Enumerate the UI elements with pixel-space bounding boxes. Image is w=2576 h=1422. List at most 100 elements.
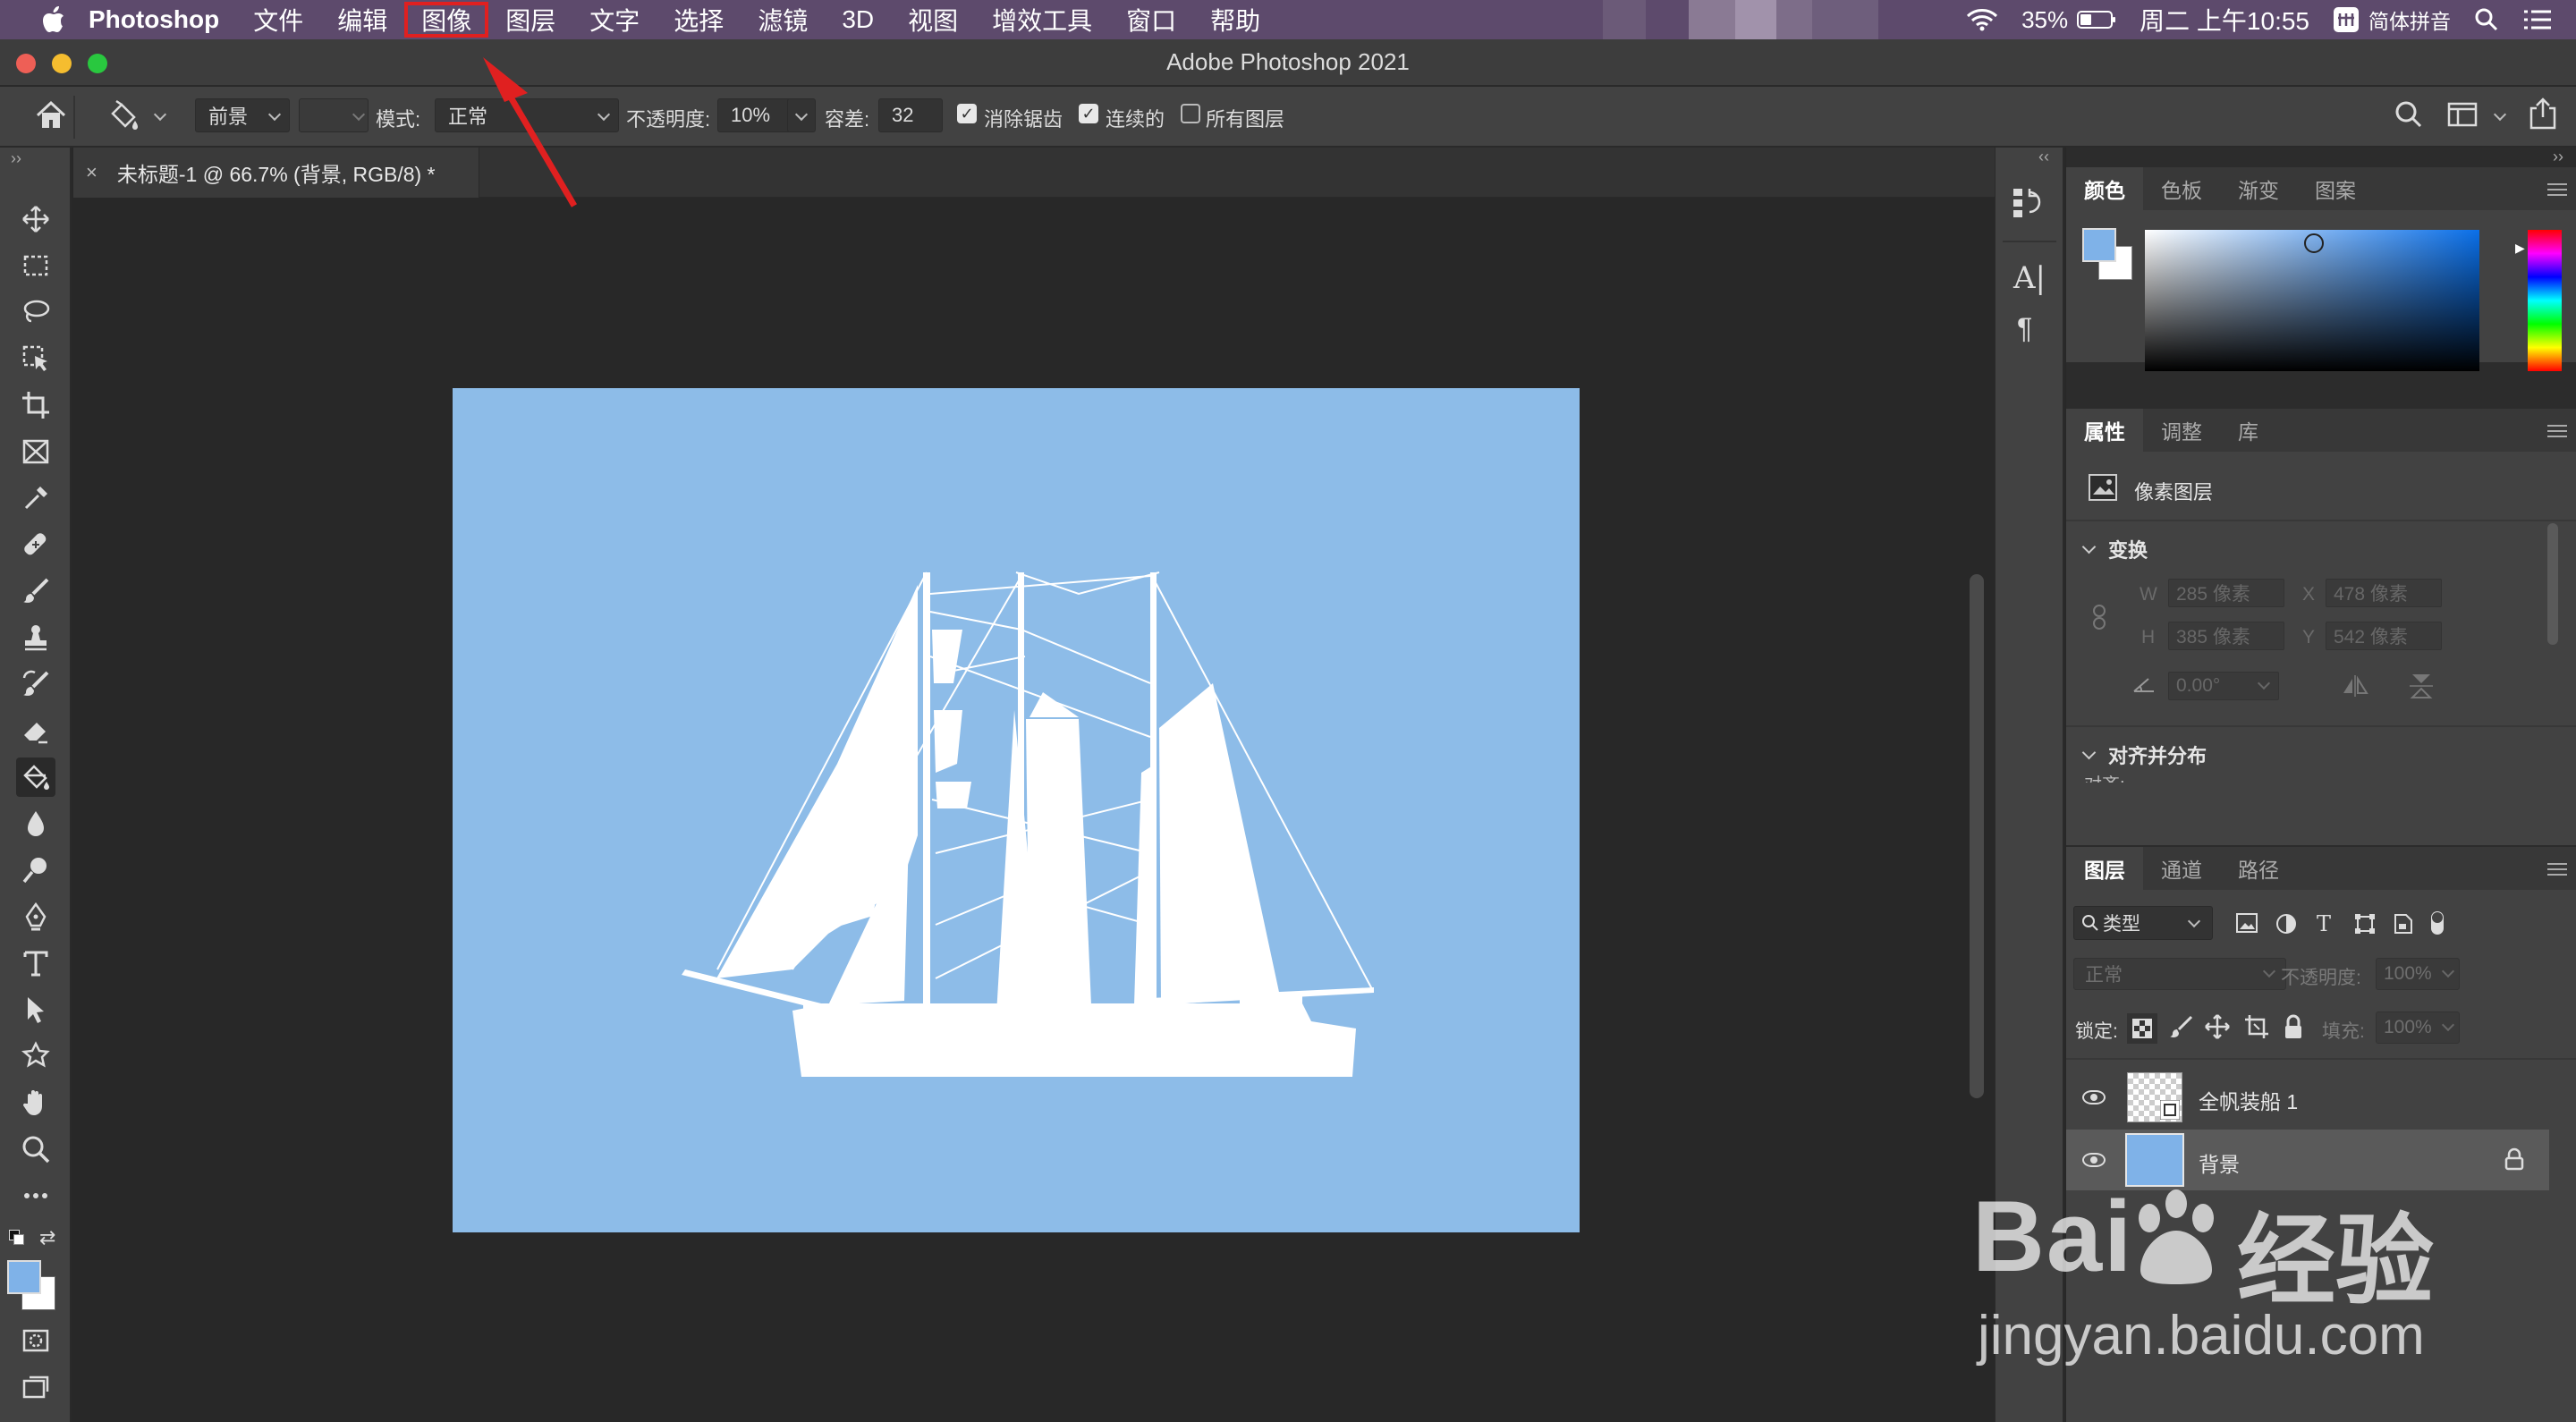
lock-artboard-icon[interactable] [2243,1013,2270,1045]
zoom-window-button[interactable] [88,54,107,73]
marquee-tool-icon[interactable] [16,246,55,285]
collapse-toolbar-icon[interactable]: ›› [11,149,21,168]
search-icon[interactable] [2394,99,2424,135]
quick-mask-icon[interactable] [16,1321,55,1360]
tab-properties[interactable]: 属性 [2066,409,2143,452]
dodge-tool-icon[interactable] [16,851,55,890]
all-layers-checkbox[interactable] [1181,104,1200,123]
tab-swatches[interactable]: 色板 [2143,167,2220,210]
menu-select[interactable]: 选择 [657,0,741,39]
tab-adjustments[interactable]: 调整 [2143,409,2220,452]
filter-shape-icon[interactable] [2354,913,2376,939]
width-field[interactable]: 285 像素 [2168,579,2284,607]
antialias-checkbox[interactable]: ✓ [957,104,977,123]
paragraph-panel-icon[interactable]: ¶ [2017,312,2032,345]
chevron-down-icon[interactable] [153,107,167,122]
lock-transparent-pixels-icon[interactable] [2127,1013,2157,1044]
pen-tool-icon[interactable] [16,897,55,936]
hue-slider-handle[interactable]: ▶ [2515,241,2525,256]
scrollbar-thumb[interactable] [1970,574,1984,1098]
healing-brush-tool-icon[interactable] [16,525,55,564]
crop-tool-icon[interactable] [16,385,55,425]
filter-toggle[interactable] [2431,911,2444,935]
filter-smart-object-icon[interactable] [2392,913,2413,939]
clone-stamp-tool-icon[interactable] [16,618,55,657]
tab-layers[interactable]: 图层 [2066,847,2143,890]
zoom-tool-icon[interactable] [16,1130,55,1169]
minimize-window-button[interactable] [52,54,72,73]
collapse-dock-icon[interactable]: ›› [2553,148,2563,166]
menu-3d[interactable]: 3D [825,0,891,39]
color-panel-fg-swatch[interactable] [2082,228,2116,262]
type-tool-icon[interactable] [16,944,55,983]
hand-tool-icon[interactable] [16,1083,55,1122]
history-panel-icon[interactable] [2010,183,2049,230]
frame-tool-icon[interactable] [16,432,55,471]
input-method-label[interactable]: 简体拼音 [2368,4,2451,35]
paint-bucket-preset-icon[interactable] [106,99,141,139]
align-section-title[interactable]: 对齐并分布 [2084,741,2207,769]
layer-name[interactable]: 全帆装船 1 [2199,1085,2298,1115]
lasso-tool-icon[interactable] [16,292,55,332]
tab-paths[interactable]: 路径 [2220,847,2297,890]
flip-vertical-icon[interactable] [2410,672,2433,705]
menu-plugins[interactable]: 增效工具 [975,0,1109,39]
menu-photoshop[interactable]: Photoshop [72,0,236,39]
blur-tool-icon[interactable] [16,804,55,843]
menu-filter[interactable]: 滤镜 [741,0,825,39]
visibility-eye-icon[interactable] [2082,1090,2106,1105]
lock-image-pixels-icon[interactable] [2168,1015,2193,1045]
height-field[interactable]: 385 像素 [2168,622,2284,650]
screen-mode-icon[interactable] [16,1367,55,1407]
menu-window[interactable]: 窗口 [1109,0,1193,39]
contiguous-checkbox[interactable]: ✓ [1079,104,1098,123]
filter-adjustment-icon[interactable] [2275,913,2297,939]
battery-icon[interactable] [2077,10,2116,30]
custom-shape-tool-icon[interactable] [16,1037,55,1076]
workspace-icon[interactable] [2447,101,2478,133]
move-tool-icon[interactable] [16,199,55,239]
menu-type[interactable]: 文字 [572,0,657,39]
layer-row[interactable]: 全帆装船 1 [2066,1067,2549,1128]
swap-colors-icon[interactable]: ⇄ [39,1226,55,1249]
lock-all-icon[interactable] [2283,1013,2304,1045]
control-center-icon[interactable] [2522,8,2553,31]
tab-channels[interactable]: 通道 [2143,847,2220,890]
tab-patterns[interactable]: 图案 [2297,167,2374,210]
panel-menu-icon[interactable] [2547,183,2567,196]
apple-logo-icon[interactable] [36,0,72,39]
spotlight-search-icon[interactable] [2474,7,2499,32]
panel-menu-icon[interactable] [2547,863,2567,876]
menu-image[interactable]: 图像 [404,2,489,38]
transform-section-title[interactable]: 变换 [2084,535,2148,563]
object-selection-tool-icon[interactable] [16,339,55,378]
paint-bucket-tool-icon[interactable] [16,758,55,797]
menu-edit[interactable]: 编辑 [320,0,404,39]
layer-name[interactable]: 背景 [2199,1147,2240,1178]
eyedropper-tool-icon[interactable] [16,478,55,518]
flip-horizontal-icon[interactable] [2340,675,2370,701]
tab-color[interactable]: 颜色 [2066,167,2143,210]
menu-file[interactable]: 文件 [236,0,320,39]
brush-tool-icon[interactable] [16,571,55,611]
lock-position-icon[interactable] [2204,1013,2231,1045]
history-brush-tool-icon[interactable] [16,664,55,704]
menu-layer[interactable]: 图层 [488,0,572,39]
color-picker-cursor[interactable] [2304,233,2324,253]
tolerance-input[interactable]: 32 [878,98,943,132]
filter-pixel-icon[interactable] [2236,913,2258,937]
character-panel-icon[interactable]: A| [2013,260,2046,296]
chevron-down-icon[interactable] [2493,107,2507,122]
blend-mode-select[interactable]: 正常 [2073,958,2286,990]
properties-scrollbar[interactable] [2547,523,2558,645]
close-tab-icon[interactable]: × [86,161,97,184]
x-field[interactable]: 478 像素 [2326,579,2442,607]
home-icon[interactable] [34,99,68,137]
color-field[interactable] [2145,230,2479,371]
collapse-strip-icon[interactable]: ‹‹ [2038,148,2049,166]
menubar-clock[interactable]: 周二 上午10:55 [2140,2,2309,38]
menu-view[interactable]: 视图 [891,0,975,39]
visibility-eye-icon[interactable] [2082,1153,2106,1167]
y-field[interactable]: 542 像素 [2326,622,2442,650]
filter-type-icon[interactable]: T [2317,911,2331,936]
